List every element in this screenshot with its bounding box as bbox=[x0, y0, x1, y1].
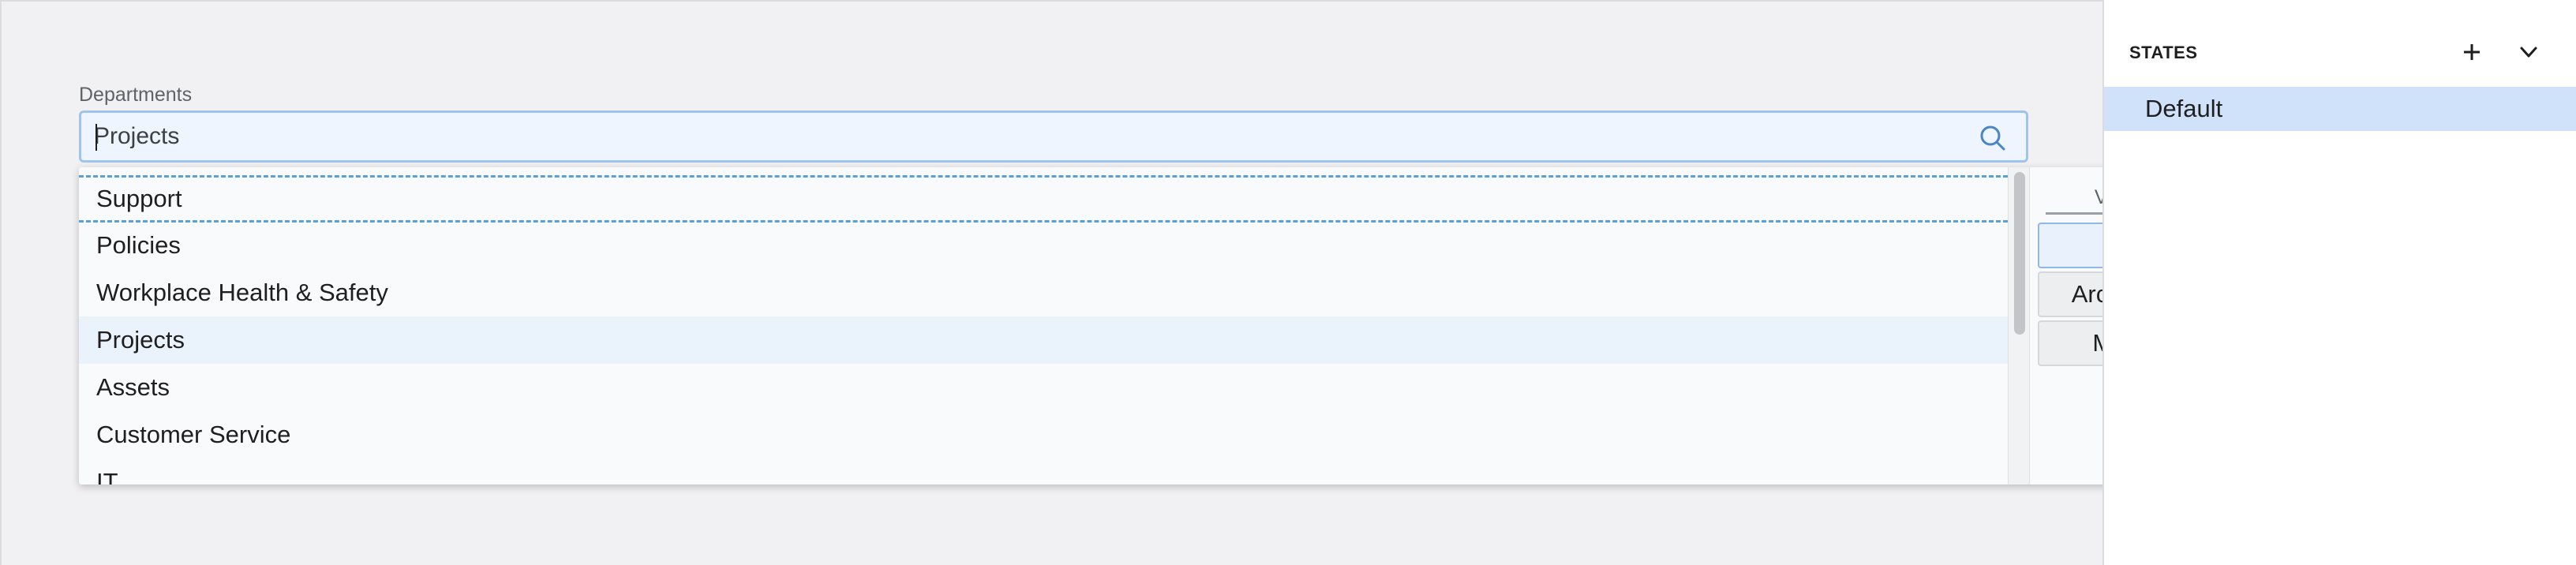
departments-input[interactable] bbox=[94, 113, 1956, 160]
list-item-assets[interactable]: Assets bbox=[79, 364, 2008, 411]
design-canvas: Departments Support Policies Workplace H… bbox=[0, 0, 2208, 565]
departments-combobox[interactable] bbox=[79, 110, 2028, 163]
departments-label: Departments bbox=[79, 84, 193, 106]
states-title: STATES bbox=[2129, 43, 2198, 62]
departments-dropdown: Support Policies Workplace Health & Safe… bbox=[79, 167, 2208, 485]
text-caret bbox=[95, 124, 97, 151]
plus-icon[interactable] bbox=[2456, 36, 2488, 68]
state-item-default[interactable]: Default bbox=[2104, 87, 2576, 131]
scrollbar-thumb[interactable] bbox=[2014, 172, 2025, 335]
search-icon[interactable] bbox=[1975, 121, 2010, 155]
states-panel: STATES Default bbox=[2102, 0, 2576, 565]
list-item-customer-service[interactable]: Customer Service bbox=[79, 411, 2008, 458]
chevron-down-icon[interactable] bbox=[2513, 36, 2544, 68]
list-item-support[interactable]: Support bbox=[79, 175, 2008, 223]
departments-list: Support Policies Workplace Health & Safe… bbox=[79, 167, 2008, 485]
list-scrollbar[interactable] bbox=[2008, 167, 2030, 485]
list-item-projects[interactable]: Projects bbox=[79, 316, 2008, 364]
list-item-it[interactable]: IT bbox=[79, 458, 2008, 485]
list-item-policies[interactable]: Policies bbox=[79, 222, 2008, 269]
list-item-workplace-health-safety[interactable]: Workplace Health & Safety bbox=[79, 269, 2008, 316]
